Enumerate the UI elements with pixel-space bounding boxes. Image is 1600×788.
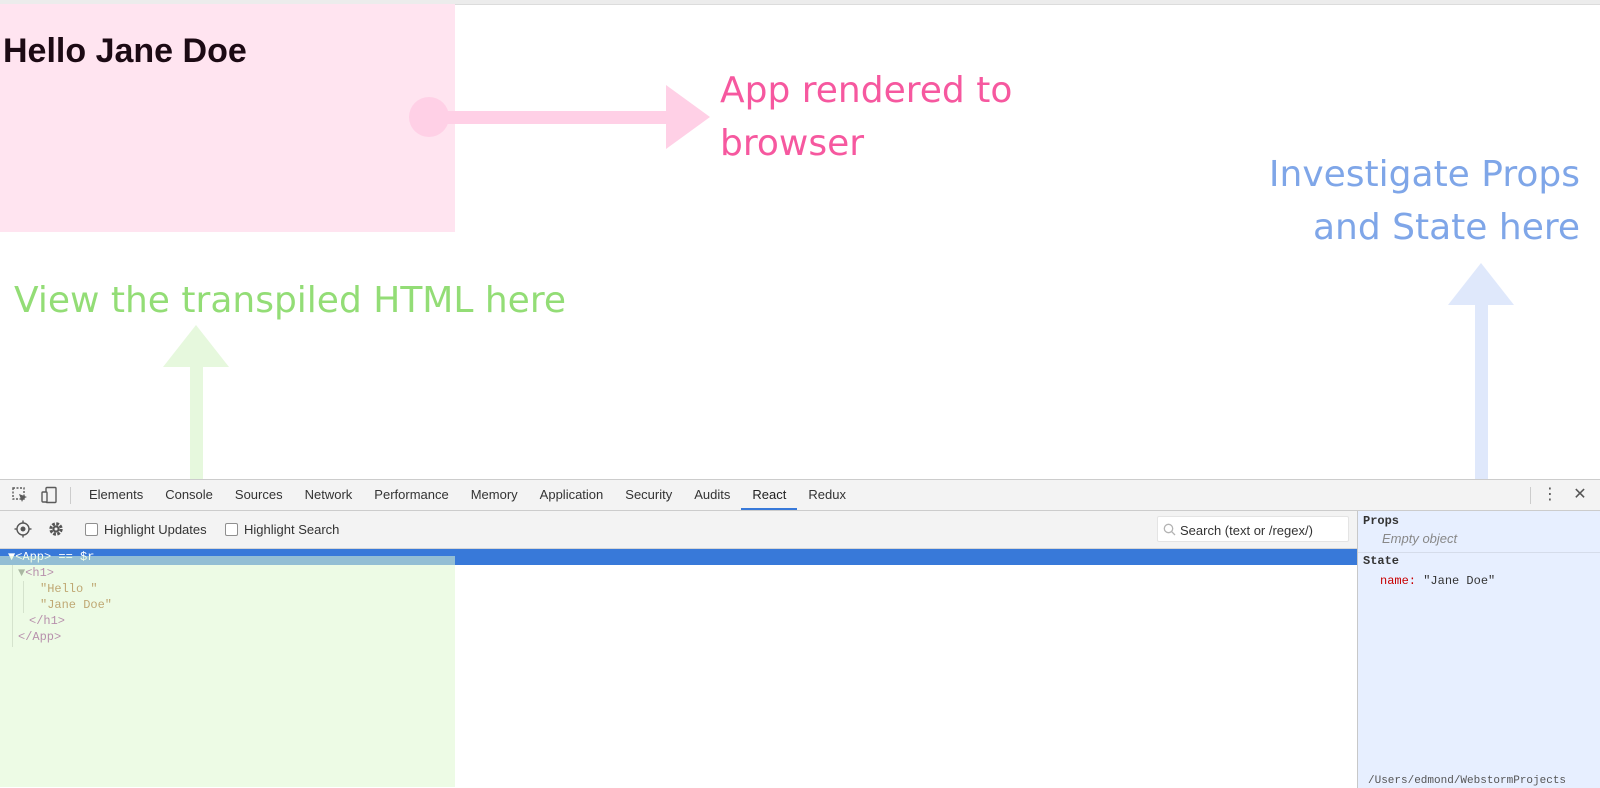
- device-toolbar-icon[interactable]: [40, 486, 58, 504]
- inspect-element-icon[interactable]: [11, 486, 29, 504]
- annotation-line: and State here: [1312, 207, 1580, 248]
- checkbox-box[interactable]: [225, 523, 238, 536]
- close-icon[interactable]: ✕: [1571, 486, 1589, 504]
- more-options-icon[interactable]: ⋮: [1541, 486, 1559, 504]
- props-title: Props: [1363, 514, 1400, 528]
- tab-console[interactable]: Console: [154, 480, 224, 510]
- tree-tag: <App>: [15, 550, 52, 564]
- gear-icon[interactable]: [47, 520, 65, 538]
- state-key: name:: [1380, 574, 1417, 588]
- tab-redux[interactable]: Redux: [797, 480, 857, 510]
- devtools-panel: Elements Console Sources Network Perform…: [0, 479, 1600, 788]
- toolbar-divider: [1530, 487, 1531, 504]
- tree-row-text[interactable]: "Jane Doe": [0, 597, 1357, 613]
- tab-application[interactable]: Application: [529, 480, 615, 510]
- tree-tag: <h1>: [25, 566, 55, 580]
- sidebar-divider: [1358, 552, 1600, 553]
- tab-memory[interactable]: Memory: [460, 480, 529, 510]
- expand-caret-icon[interactable]: ▼: [0, 550, 15, 564]
- annotation-transpiled-html: View the transpiled HTML here: [14, 280, 566, 321]
- state-value[interactable]: "Jane Doe": [1423, 574, 1495, 588]
- devtools-tabs: Elements Console Sources Network Perform…: [78, 480, 857, 510]
- component-search[interactable]: [1157, 516, 1349, 542]
- tree-text-node: "Hello ": [40, 582, 98, 596]
- tab-react[interactable]: React: [741, 480, 798, 510]
- highlight-updates-checkbox[interactable]: Highlight Updates: [85, 522, 207, 537]
- tree-ref: == $r: [51, 550, 95, 564]
- react-toolbar: Highlight Updates Highlight Search: [0, 511, 1357, 549]
- annotation-line: browser: [720, 123, 865, 164]
- tree-row-h1-close[interactable]: </h1>: [0, 613, 1357, 629]
- select-element-icon[interactable]: [14, 520, 32, 538]
- checkbox-box[interactable]: [85, 523, 98, 536]
- tree-tag: </App>: [18, 630, 62, 644]
- tree-row-app-close[interactable]: </App>: [0, 629, 1357, 645]
- app-heading: Hello Jane Doe: [3, 32, 247, 70]
- highlight-updates-label: Highlight Updates: [104, 522, 207, 537]
- rendered-app-area: Hello Jane Doe: [0, 4, 455, 232]
- tab-network[interactable]: Network: [294, 480, 364, 510]
- highlight-search-label: Highlight Search: [244, 522, 340, 537]
- tab-security[interactable]: Security: [614, 480, 683, 510]
- highlight-search-checkbox[interactable]: Highlight Search: [225, 522, 339, 537]
- tab-sources[interactable]: Sources: [224, 480, 294, 510]
- props-state-sidebar: Props Empty object State name: "Jane Doe…: [1357, 511, 1600, 788]
- source-path: /Users/edmond/WebstormProjects: [1368, 775, 1567, 787]
- toolbar-divider: [70, 487, 71, 504]
- search-icon: [1163, 523, 1176, 536]
- tab-elements[interactable]: Elements: [78, 480, 154, 510]
- annotation-line: App rendered to: [720, 70, 1013, 111]
- tree-row-text[interactable]: "Hello ": [0, 581, 1357, 597]
- tree-row-app[interactable]: ▼<App> == $r: [0, 549, 1357, 565]
- state-title: State: [1363, 554, 1400, 568]
- props-empty-label: Empty object: [1382, 531, 1458, 546]
- component-tree: ▼<App> == $r ▼<h1> "Hello " "Jane Doe" <…: [0, 549, 1357, 788]
- expand-caret-icon[interactable]: ▼: [0, 566, 25, 580]
- tab-audits[interactable]: Audits: [683, 480, 741, 510]
- tree-row-h1[interactable]: ▼<h1>: [0, 565, 1357, 581]
- devtools-tab-bar: Elements Console Sources Network Perform…: [0, 480, 1600, 511]
- search-input[interactable]: [1178, 519, 1348, 541]
- annotation-props-state: Investigate Props and State here: [1220, 148, 1580, 254]
- tab-performance[interactable]: Performance: [363, 480, 459, 510]
- state-property[interactable]: name: "Jane Doe": [1380, 574, 1495, 588]
- annotation-line: Investigate Props: [1268, 154, 1580, 195]
- tree-tag: </h1>: [29, 614, 66, 628]
- annotation-app-rendered: App rendered to browser: [720, 64, 1040, 170]
- tree-text-node: "Jane Doe": [40, 598, 113, 612]
